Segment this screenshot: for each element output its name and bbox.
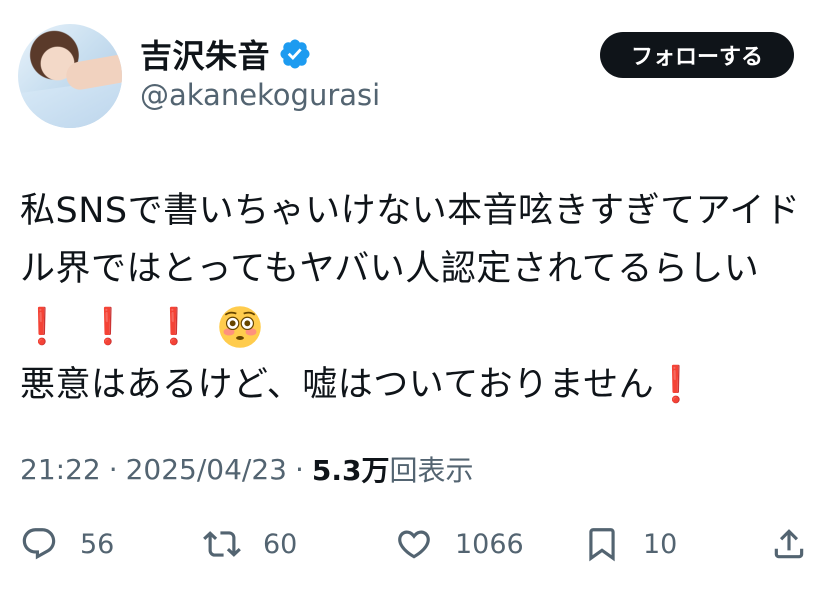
repost-button[interactable]: 60 [203,518,297,570]
follow-button[interactable]: フォローする [600,32,794,78]
tweet-time[interactable]: 21:22 [20,453,101,486]
like-count: 1066 [455,528,524,560]
action-bar: 56 60 1066 10 [0,518,828,570]
meta-separator: · [108,452,118,486]
flushed-face-emoji-icon [219,306,262,348]
repost-count: 60 [263,528,298,560]
bookmark-count: 10 [643,528,678,560]
tweet-last-line: 悪意はあるけど、嘘はついておりません [20,365,655,405]
views-count: 5.3万 [311,454,390,487]
tweet-line-2: ル界ではとってもヤバい人認定されてるらしい [20,249,760,289]
like-button[interactable]: 1066 [395,518,524,570]
like-icon [398,530,430,559]
tweet-date[interactable]: 2025/04/23 [126,453,287,486]
tweet-text: 私SNSで書いちゃいけない本音呟きすぎてアイド ル界ではとってもヤバい人認定され… [20,182,810,414]
meta-separator: · [295,452,304,486]
exclamation-icon: ❗ [86,307,131,347]
tweet-line-4: 悪意はあるけど、嘘はついておりません❗ [20,356,810,414]
author-name-row: 吉沢朱音 [140,30,312,78]
tweet-line-1: 私SNSで書いちゃいけない本音呟きすぎてアイド [20,191,801,231]
avatar[interactable] [18,24,122,128]
bookmark-button[interactable]: 10 [583,518,677,570]
exclamation-icon: ❗ [152,307,197,347]
reply-icon [22,528,56,560]
reply-count: 56 [80,528,115,560]
tweet-meta: 21:22 · 2025/04/23 · 5.3万 回表示 [20,448,474,490]
display-name[interactable]: 吉沢朱音 [140,31,270,77]
views-label: 回表示 [389,454,474,487]
share-button[interactable] [770,518,808,570]
bookmark-icon [589,528,615,562]
repost-icon [203,531,241,557]
exclamation-icon: ❗ [20,307,65,347]
verified-badge-icon [280,39,310,69]
reply-button[interactable]: 56 [20,518,114,570]
share-icon [774,529,804,559]
exclamation-icon: ❗ [654,365,699,405]
tweet-emoji-line: ❗ ❗ ❗ [20,298,810,356]
user-handle[interactable]: @akanekogurasi [140,78,380,112]
